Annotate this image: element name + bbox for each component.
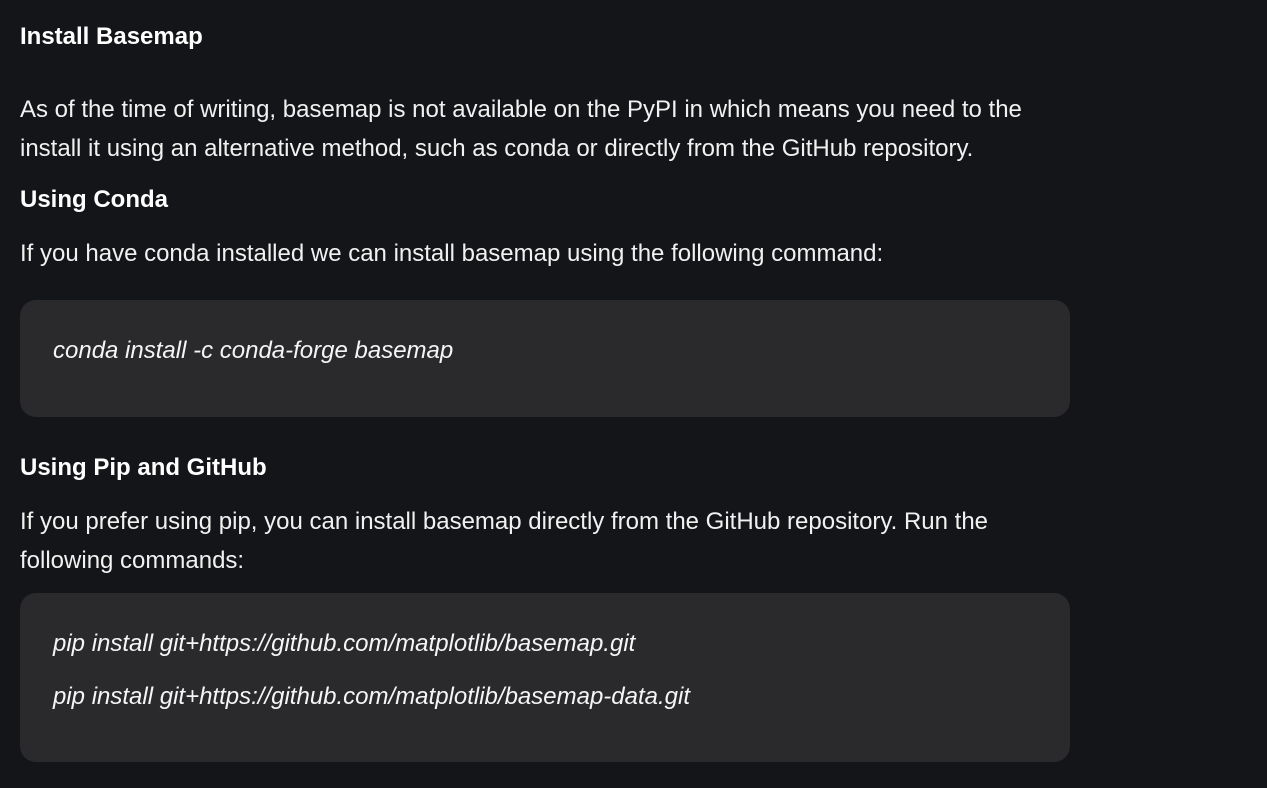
- pip-code-block[interactable]: pip install git+https://github.com/matpl…: [20, 593, 1070, 762]
- pip-install-basemap-command[interactable]: pip install git+https://github.com/matpl…: [53, 627, 635, 661]
- intro-paragraph: As of the time of writing, basemap is no…: [20, 96, 1022, 162]
- using-conda-heading: Using Conda: [20, 186, 168, 213]
- using-pip-and-github-heading: Using Pip and GitHub: [20, 454, 267, 481]
- install-basemap-heading: Install Basemap: [20, 23, 203, 50]
- conda-code-block[interactable]: conda install -c conda-forge basemap: [20, 300, 1070, 417]
- pip-install-basemap-data-command[interactable]: pip install git+https://github.com/matpl…: [53, 680, 690, 714]
- conda-install-command[interactable]: conda install -c conda-forge basemap: [53, 334, 453, 368]
- pip-paragraph: If you prefer using pip, you can install…: [20, 508, 989, 574]
- document-content: Install Basemap As of the time of writin…: [0, 0, 1267, 788]
- conda-paragraph: If you have conda installed we can insta…: [20, 240, 884, 267]
